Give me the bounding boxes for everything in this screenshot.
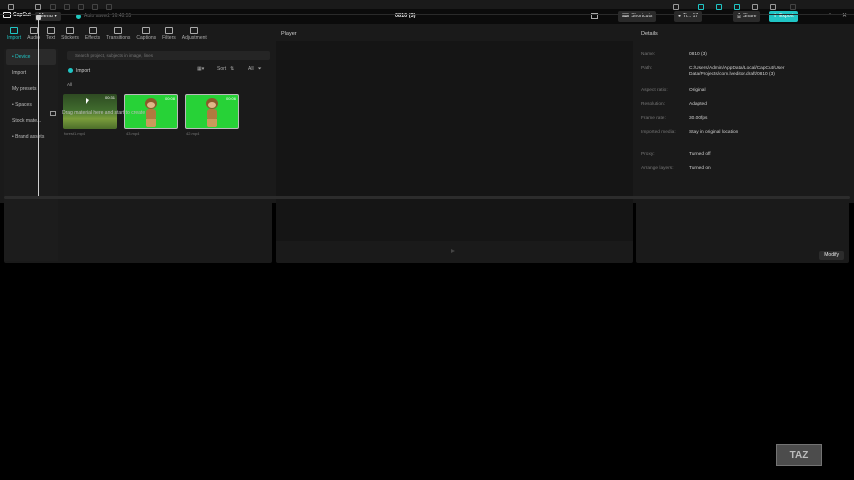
media-item-name: 43.mp4	[126, 131, 140, 136]
redo-icon[interactable]	[50, 4, 56, 10]
tab-filters[interactable]: Filters	[162, 25, 176, 43]
media-item-name: 42.mp4	[186, 131, 200, 136]
media-item[interactable]: 00:06	[185, 94, 239, 129]
sidebar-item-import[interactable]: Import	[4, 65, 58, 81]
watermark-logo: TAZ	[776, 444, 822, 466]
crop-icon[interactable]	[92, 4, 98, 10]
timeline-ruler	[0, 14, 854, 15]
adjustment-icon	[190, 27, 199, 34]
details-title: Details	[641, 31, 658, 37]
delete-icon[interactable]	[78, 4, 84, 10]
detail-proxy: Proxy: Turned off	[641, 152, 711, 157]
select-tool-icon[interactable]	[8, 4, 14, 10]
sidebar-item-device[interactable]: • Device	[6, 49, 56, 65]
text-icon	[46, 27, 55, 34]
main-track-magnet-icon[interactable]	[698, 4, 704, 10]
grid-view-icon[interactable]: ▦▾	[197, 66, 204, 74]
captions-icon	[142, 27, 151, 34]
playhead[interactable]	[38, 18, 39, 196]
caption-icon[interactable]	[770, 4, 776, 10]
timeline-toolbar	[0, 0, 854, 14]
tab-text[interactable]: Text	[46, 25, 55, 43]
zoom-slider-icon[interactable]	[790, 4, 796, 10]
sort-icon: ⇅	[230, 66, 235, 72]
detail-name: Name: 0810 (3)	[641, 52, 707, 57]
split-icon[interactable]	[64, 4, 70, 10]
import-icon	[10, 27, 19, 34]
sidebar-item-brand-assets[interactable]: • Brand assets	[4, 129, 58, 145]
duration-label: 00:08	[164, 96, 175, 101]
play-icon[interactable]	[451, 249, 455, 253]
tab-adjustment[interactable]: Adjustment	[182, 25, 207, 43]
freeze-icon[interactable]	[106, 4, 112, 10]
mouse-cursor-icon	[86, 98, 89, 104]
search-input[interactable]	[67, 51, 270, 60]
drag-hint: Drag material here and start to create	[50, 110, 145, 116]
duration-label: 00:06	[225, 96, 236, 101]
detail-imported-media: Imported media: Stay in original location	[641, 130, 739, 135]
player-canvas[interactable]	[276, 41, 633, 241]
sidebar-item-my-presets[interactable]: My presets	[4, 81, 58, 97]
preview-axis-icon[interactable]	[752, 4, 758, 10]
linkage-icon[interactable]	[734, 4, 740, 10]
detail-aspect-ratio: Aspect ratio: Original	[641, 88, 706, 93]
tab-effects[interactable]: Effects	[85, 25, 100, 43]
effects-icon	[88, 27, 97, 34]
audio-icon	[29, 27, 38, 34]
tab-transitions[interactable]: Transitions	[106, 25, 130, 43]
filter-icon: ⏷	[257, 66, 262, 72]
microphone-icon[interactable]	[673, 4, 679, 10]
auto-snapping-icon[interactable]	[716, 4, 722, 10]
duration-label: 00:31	[104, 95, 115, 100]
sort-button[interactable]: Sort ⇅	[217, 66, 234, 74]
import-button[interactable]: Import	[68, 66, 90, 75]
plus-icon	[68, 68, 73, 73]
tab-captions[interactable]: Captions	[136, 25, 156, 43]
tab-import[interactable]: Import	[7, 25, 21, 43]
monkey-figure	[203, 98, 221, 127]
all-filter-button[interactable]: All ⏷	[248, 66, 262, 74]
film-icon	[50, 110, 56, 116]
media-panel: Import Audio Text Stickers Effects Trans…	[4, 25, 272, 263]
player-panel: Player	[276, 25, 633, 263]
section-label: All	[67, 82, 73, 87]
timeline-scrollbar[interactable]	[4, 196, 850, 199]
tool-tabs: Import Audio Text Stickers Effects Trans…	[4, 25, 272, 43]
detail-path: Path: C:/Users/Admin/AppData/Local/CapCut…	[641, 66, 785, 77]
media-item-name: forest1.mp4	[64, 131, 86, 136]
modify-button[interactable]: Modify	[819, 251, 844, 260]
detail-resolution: Resolution: Adapted	[641, 102, 707, 107]
details-panel: Details Name: 0810 (3) Path: C:/Users/Admi…	[636, 25, 849, 263]
detail-arrange-layers: Arrange layers: Turned on	[641, 166, 711, 171]
filters-icon	[164, 27, 173, 34]
undo-icon[interactable]	[35, 4, 41, 10]
transitions-icon	[114, 27, 123, 34]
player-title: Player	[281, 31, 297, 37]
detail-frame-rate: Frame rate: 30.00fps	[641, 116, 708, 121]
tab-stickers[interactable]: Stickers	[61, 25, 79, 43]
stickers-icon	[66, 27, 75, 34]
media-sidebar: • Device Import My presets • Spaces Stoc…	[4, 49, 58, 261]
